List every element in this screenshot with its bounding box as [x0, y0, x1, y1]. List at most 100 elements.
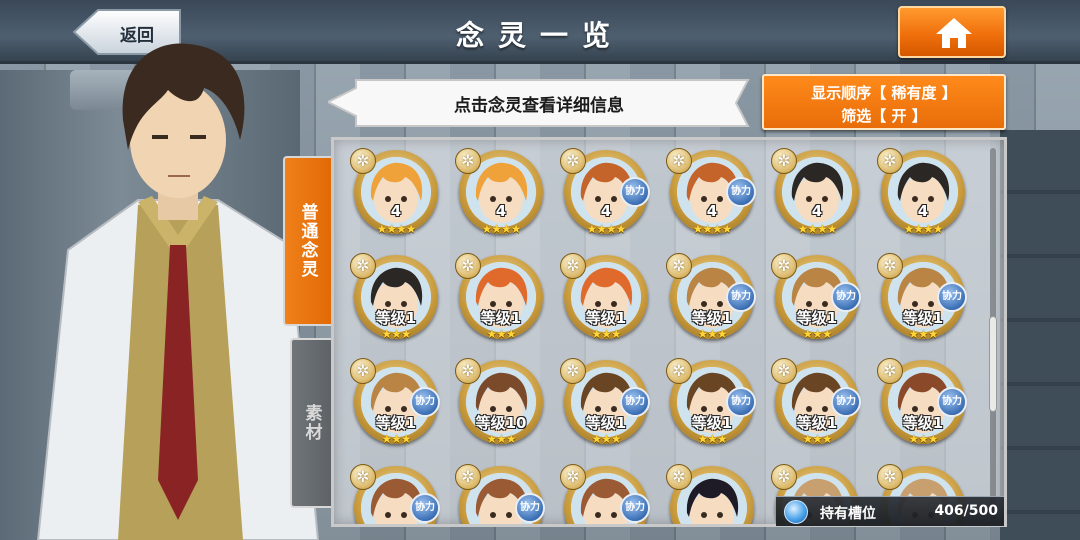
scrollbar-thumb[interactable]	[989, 316, 997, 412]
spirit-card[interactable]: ✲ 协力 等级1 ★★★	[560, 358, 652, 456]
level-label: 等级1	[585, 309, 627, 327]
rarity-stars: ★★★	[381, 432, 411, 446]
assist-badge: 协力	[620, 493, 650, 523]
spirit-card[interactable]: ✲ 协力 等级1 ★★★	[771, 358, 863, 456]
rarity-stars: ★★★	[802, 432, 832, 446]
element-badge-icon: ✲	[455, 464, 481, 490]
rarity-stars: ★★★	[591, 432, 621, 446]
spirit-card[interactable]: ✲ 协力	[350, 464, 442, 524]
rarity-stars: ★★★	[908, 327, 938, 341]
hint-text: 点击念灵查看详细信息	[454, 96, 624, 116]
rarity-stars: ★★★	[697, 432, 727, 446]
level-label: 等级1	[375, 309, 417, 327]
rarity-stars: ★★★	[486, 432, 516, 446]
element-badge-icon: ✲	[877, 358, 903, 384]
element-badge-icon: ✲	[877, 148, 903, 174]
level-label: 4	[706, 202, 718, 220]
spirit-card[interactable]: ✲ 4 ★★★★	[771, 148, 863, 246]
element-badge-icon: ✲	[560, 464, 586, 490]
assist-badge: 协力	[515, 493, 545, 523]
spirit-card[interactable]: ✲ 4 ★★★★	[877, 148, 969, 246]
rarity-stars: ★★★	[591, 327, 621, 341]
level-label: 等级10	[475, 414, 527, 432]
element-badge-icon: ✲	[560, 148, 586, 174]
slots-orb-icon	[784, 500, 808, 524]
spirit-card[interactable]: ✲ 等级1 ★★★	[455, 253, 547, 351]
rarity-stars: ★★★★	[797, 222, 837, 236]
level-label: 等级1	[691, 309, 733, 327]
spirit-card[interactable]: ✲ 协力 等级1 ★★★	[666, 253, 758, 351]
tab-normal-spirits[interactable]: 普通念灵	[283, 156, 331, 326]
level-label: 4	[390, 202, 402, 220]
spirit-card[interactable]: ✲ 协力 等级1 ★★★	[666, 358, 758, 456]
spirit-card[interactable]: ✲ 4 ★★★★	[455, 148, 547, 246]
rarity-stars: ★★★★	[481, 222, 521, 236]
spirit-card[interactable]: ✲	[666, 464, 758, 524]
element-badge-icon: ✲	[666, 464, 692, 490]
element-badge-icon: ✲	[350, 253, 376, 279]
level-label: 等级1	[691, 414, 733, 432]
level-label: 等级1	[902, 309, 944, 327]
element-badge-icon: ✲	[666, 358, 692, 384]
spirit-card[interactable]: ✲ 4 ★★★★	[350, 148, 442, 246]
spirit-card[interactable]: ✲ 协力 等级1 ★★★	[350, 358, 442, 456]
element-badge-icon: ✲	[350, 358, 376, 384]
tab-materials[interactable]: 素材	[290, 338, 332, 508]
rarity-stars: ★★★★	[903, 222, 943, 236]
spirit-card[interactable]: ✲ 协力	[560, 464, 652, 524]
spirit-card[interactable]: ✲ 等级10 ★★★	[455, 358, 547, 456]
spirit-card[interactable]: ✲ 协力 等级1 ★★★	[771, 253, 863, 351]
element-badge-icon: ✲	[350, 148, 376, 174]
level-label: 等级1	[480, 309, 522, 327]
scrollbar[interactable]	[989, 148, 997, 520]
sort-filter-button[interactable]: 显示顺序【 稀有度 】 筛选【 开 】	[762, 74, 1006, 130]
rarity-stars: ★★★	[381, 327, 411, 341]
spirit-card[interactable]: ✲ 协力 等级1 ★★★	[877, 358, 969, 456]
level-label: 等级1	[796, 414, 838, 432]
level-label: 4	[811, 202, 823, 220]
element-badge-icon: ✲	[455, 253, 481, 279]
spirit-card[interactable]: ✲ 等级1 ★★★	[560, 253, 652, 351]
assist-badge: 协力	[410, 493, 440, 523]
spirit-list-panel[interactable]: ✲ 4 ★★★★ ✲ 4 ★★★★ ✲ 协力 4 ★★★★ ✲ 协力 4 ★★★★ ✲ 4 ★★★★ ✲ 4 ★★★★…	[331, 137, 1007, 527]
slots-label: 持有槽位	[820, 506, 876, 522]
home-icon	[936, 18, 972, 48]
level-label: 等级1	[796, 309, 838, 327]
element-badge-icon: ✲	[666, 253, 692, 279]
hint-bubble: 点击念灵查看详细信息	[328, 78, 750, 128]
rarity-stars: ★★★	[697, 327, 727, 341]
slots-bar: 持有槽位 406/500	[776, 496, 1004, 526]
spirit-card[interactable]: ✲ 等级1 ★★★	[350, 253, 442, 351]
sort-order-label: 显示顺序【 稀有度 】	[811, 84, 957, 102]
element-badge-icon: ✲	[877, 253, 903, 279]
element-badge-icon: ✲	[560, 253, 586, 279]
spirit-card[interactable]: ✲ 协力 4 ★★★★	[666, 148, 758, 246]
element-badge-icon: ✲	[771, 148, 797, 174]
element-badge-icon: ✲	[877, 464, 903, 490]
element-badge-icon: ✲	[560, 358, 586, 384]
level-label: 等级1	[375, 414, 417, 432]
home-button[interactable]	[898, 6, 1006, 58]
background-machine-right	[1000, 130, 1080, 540]
element-badge-icon: ✲	[350, 464, 376, 490]
rarity-stars: ★★★	[802, 327, 832, 341]
level-label: 4	[600, 202, 612, 220]
rarity-stars: ★★★★	[692, 222, 732, 236]
level-label: 4	[495, 202, 507, 220]
spirit-card[interactable]: ✲ 协力 4 ★★★★	[560, 148, 652, 246]
level-label: 等级1	[902, 414, 944, 432]
element-badge-icon: ✲	[455, 358, 481, 384]
level-label: 4	[917, 202, 929, 220]
spirit-card[interactable]: ✲ 协力	[455, 464, 547, 524]
spirit-card[interactable]: ✲ 协力 等级1 ★★★	[877, 253, 969, 351]
rarity-stars: ★★★★	[586, 222, 626, 236]
rarity-stars: ★★★	[486, 327, 516, 341]
filter-label: 筛选【 开 】	[841, 107, 927, 125]
slots-value: 406/500	[934, 503, 998, 519]
rarity-stars: ★★★★	[376, 222, 416, 236]
element-badge-icon: ✲	[666, 148, 692, 174]
element-badge-icon: ✲	[771, 464, 797, 490]
element-badge-icon: ✲	[771, 358, 797, 384]
rarity-stars: ★★★	[908, 432, 938, 446]
element-badge-icon: ✲	[455, 148, 481, 174]
